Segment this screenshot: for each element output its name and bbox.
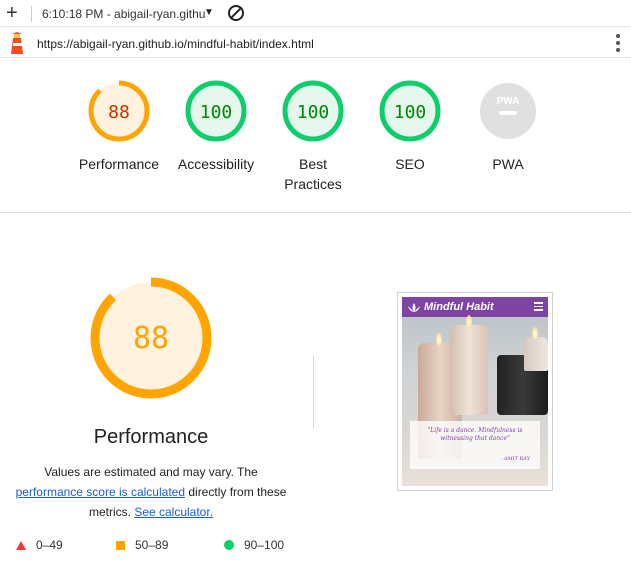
quote-text: "Life is a dance. Mindfulness is witness… (427, 427, 523, 442)
vertical-divider (313, 356, 314, 428)
site-preview: Mindful Habit "Life is a dance. Mindfuln… (402, 297, 548, 486)
toolbar-divider (31, 6, 32, 22)
menu-icon (534, 302, 543, 311)
gauge-label: SEO (395, 156, 425, 172)
gauge-score: 100 (394, 102, 427, 123)
gauge-label: Best Practices (284, 156, 342, 192)
category-gauges: 88 Performance 100 Accessibility 100 Best Prac… (0, 60, 631, 212)
legend-item: 50–89 (116, 538, 168, 552)
report-timestamp-title[interactable]: 6:10:18 PM - abigail-ryan.githu (42, 7, 205, 21)
quote-box: "Life is a dance. Mindfulness is witness… (410, 421, 540, 469)
legend-item: 90–100 (224, 538, 284, 552)
flame-shape (436, 333, 442, 345)
desc-text-1: Values are estimated and may vary. The (44, 465, 258, 479)
gauge-ring: 100 (379, 80, 441, 142)
pwa-dash-icon (499, 111, 517, 115)
score-legend: 0–49 50–89 90–100 (0, 538, 631, 556)
gauge-ring: 100 (185, 80, 247, 142)
performance-heading: Performance (93, 426, 209, 448)
orange-square-icon (116, 540, 125, 550)
flame-shape (532, 327, 538, 339)
performance-score-gauge: 88 (90, 277, 212, 399)
performance-description: Values are estimated and may vary. The p… (10, 462, 292, 522)
legend-range: 50–89 (135, 538, 169, 552)
pwa-badge-text: PWA (497, 96, 520, 107)
chevron-down-icon[interactable]: ▼ (204, 7, 214, 18)
gauge-label: Accessibility (177, 156, 255, 172)
legend-range: 0–49 (36, 538, 63, 552)
category-gauge-accessibility[interactable]: 100 Accessibility (166, 78, 266, 174)
see-calculator-link[interactable]: See calculator. (134, 505, 213, 519)
gauge-label: Performance (78, 156, 160, 172)
top-toolbar: + 6:10:18 PM - abigail-ryan.githu ▼ (0, 0, 631, 27)
performance-score-value: 88 (133, 321, 169, 356)
legend-item: 0–49 (16, 538, 63, 552)
lighthouse-icon (11, 32, 23, 54)
quote-author: - AMIT RAY (500, 456, 530, 462)
candle-shape (450, 325, 488, 415)
flame-shape (466, 315, 472, 327)
page-url[interactable]: https://abigail-ryan.github.io/mindful-h… (37, 37, 314, 51)
site-header: Mindful Habit (402, 297, 548, 317)
legend-range: 90–100 (244, 538, 285, 552)
performance-score-link[interactable]: performance score is calculated (16, 485, 185, 499)
category-gauge-best-practices[interactable]: 100 Best Practices (263, 78, 363, 194)
lotus-icon (408, 302, 420, 312)
category-gauge-pwa[interactable]: PWA PWA (458, 78, 558, 174)
site-title: Mindful Habit (424, 301, 494, 313)
gauge-label: PWA (492, 156, 524, 172)
gauge-ring: 100 (282, 80, 344, 142)
red-triangle-icon (16, 540, 26, 550)
url-bar: https://abigail-ryan.github.io/mindful-h… (0, 28, 631, 58)
more-options-icon[interactable] (616, 34, 620, 52)
final-screenshot[interactable]: Mindful Habit "Life is a dance. Mindfuln… (397, 292, 553, 491)
gauge-ring: 88 (88, 80, 150, 142)
candle-shape (524, 337, 548, 371)
gauge-score: 88 (108, 102, 130, 123)
gauge-score: 100 (200, 102, 233, 123)
section-divider (0, 212, 631, 213)
gauge-ring: PWA (480, 83, 536, 139)
plus-icon[interactable]: + (6, 3, 18, 23)
no-entry-icon[interactable] (228, 5, 244, 21)
category-gauge-performance[interactable]: 88 Performance (69, 78, 169, 174)
category-gauge-seo[interactable]: 100 SEO (360, 78, 460, 174)
green-circle-icon (224, 540, 234, 550)
gauge-score: 100 (297, 102, 330, 123)
